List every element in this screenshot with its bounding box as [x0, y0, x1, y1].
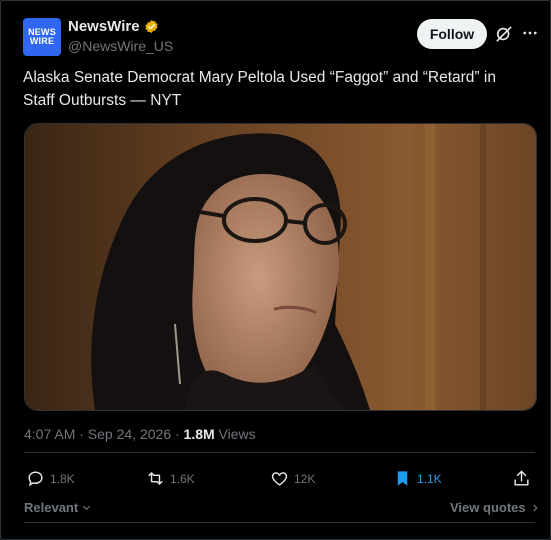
views-count: 1.8M — [183, 426, 215, 442]
post-meta: 4:07 AM · Sep 24, 2026 · 1.8M Views — [24, 426, 256, 442]
avatar[interactable]: NEWS WIRE — [23, 18, 61, 56]
bookmark-icon — [397, 471, 408, 486]
divider — [24, 452, 535, 453]
reply-button[interactable]: 1.8K — [26, 469, 75, 488]
chevron-down-icon — [83, 505, 91, 511]
post-media-image[interactable] — [24, 123, 537, 411]
author-name-row[interactable]: NewsWire — [68, 18, 159, 35]
views-label: Views — [214, 426, 256, 442]
author-name[interactable]: NewsWire — [68, 18, 140, 35]
post-text: Alaska Senate Democrat Mary Peltola Used… — [23, 69, 496, 109]
like-count: 12K — [294, 471, 316, 486]
more-options-icon[interactable] — [521, 24, 539, 44]
repost-button[interactable]: 1.6K — [146, 469, 195, 488]
portrait-photo — [25, 124, 536, 410]
chevron-right-icon — [532, 504, 538, 511]
author-handle[interactable]: @NewsWire_US — [68, 38, 173, 54]
avatar-text-line2: WIRE — [29, 36, 55, 46]
repost-icon — [148, 472, 163, 485]
view-quotes-label: View quotes — [450, 500, 526, 515]
repost-count: 1.6K — [170, 471, 195, 486]
grok-icon[interactable] — [494, 24, 514, 44]
post-timestamp[interactable]: 4:07 AM · Sep 24, 2026 · — [24, 426, 184, 442]
heart-icon — [271, 472, 288, 486]
sort-label: Relevant — [24, 500, 79, 515]
share-button[interactable] — [512, 469, 531, 488]
bookmark-count: 1.1K — [417, 471, 442, 486]
sort-replies-dropdown[interactable]: Relevant — [24, 500, 92, 515]
share-icon — [514, 470, 529, 486]
bookmark-button[interactable]: 1.1K — [393, 469, 442, 488]
reply-count: 1.8K — [50, 471, 75, 486]
verified-badge-icon — [144, 19, 158, 34]
divider — [24, 522, 535, 523]
like-button[interactable]: 12K — [270, 469, 315, 488]
reply-icon — [28, 471, 43, 487]
follow-button[interactable]: Follow — [417, 19, 487, 49]
view-quotes-link[interactable]: View quotes — [450, 500, 540, 515]
